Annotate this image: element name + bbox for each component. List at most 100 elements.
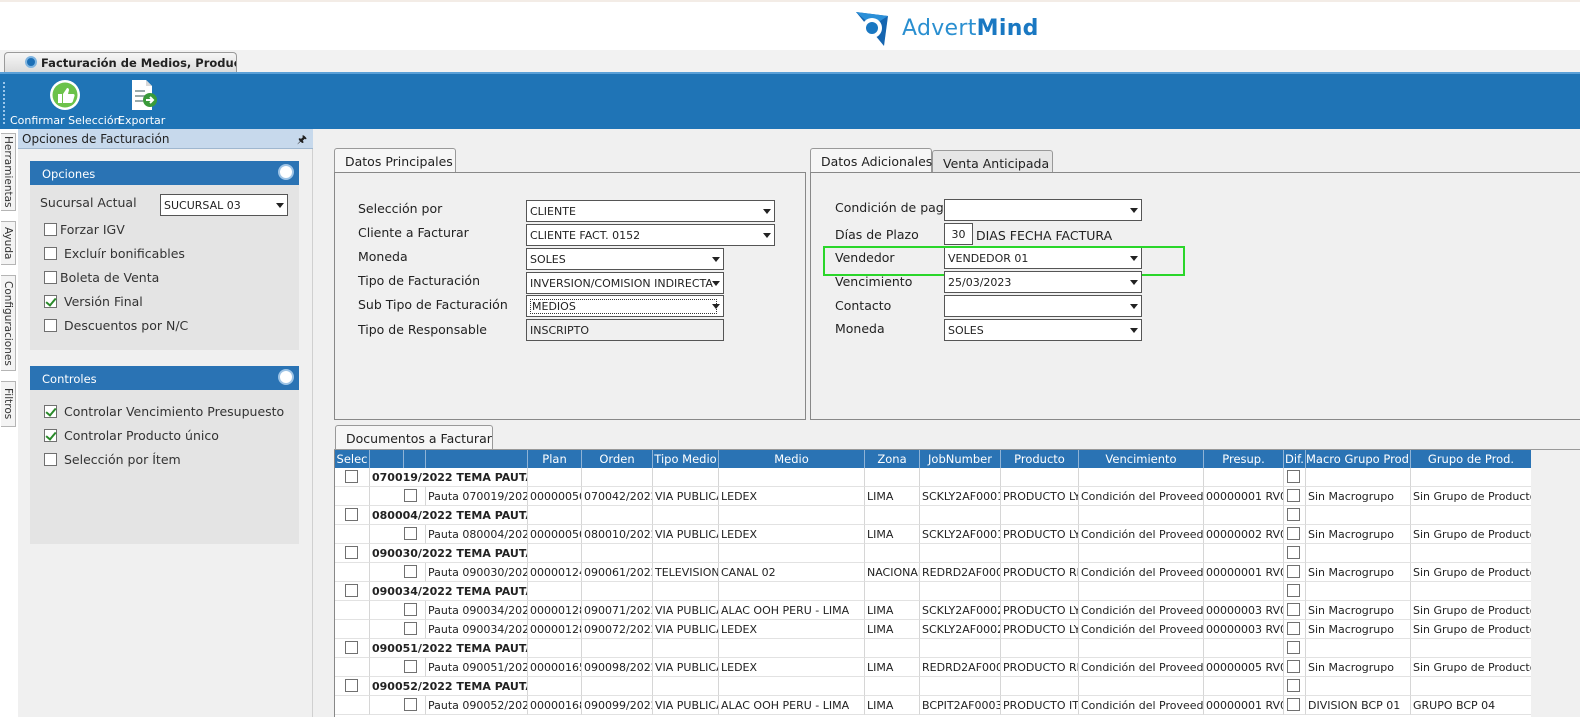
- table-row[interactable]: Pauta 070019/2022 00000050 070042/2022 VIA …: [335, 487, 1531, 506]
- checkbox-row-descuentos-nc[interactable]: Descuentos por N/C: [44, 318, 188, 333]
- grid-header-cell[interactable]: JobNumber: [920, 450, 1001, 468]
- grid-header-cell[interactable]: Macro Grupo Prod.: [1306, 450, 1411, 468]
- row-select-checkbox[interactable]: [1287, 508, 1300, 521]
- collapse-icon[interactable]: [278, 369, 294, 385]
- row-select-checkbox[interactable]: [404, 527, 417, 540]
- table-row[interactable]: Pauta 090051/2022 00000165 090098/2022 VIA …: [335, 658, 1531, 677]
- contacto-select[interactable]: [944, 295, 1142, 317]
- checkbox-row-forzar-igv[interactable]: Forzar IGV: [44, 222, 125, 237]
- grid-header-cell[interactable]: [370, 450, 404, 468]
- checkbox-row-excluir-bonificables[interactable]: Excluír bonificables: [44, 246, 185, 261]
- row-select-checkbox[interactable]: [1287, 584, 1300, 597]
- table-group-row[interactable]: 090052/2022 TEMA PAUTA 092022/0052: [335, 677, 1531, 696]
- row-select-checkbox[interactable]: [1287, 622, 1300, 635]
- grid-header-cell[interactable]: Producto: [1001, 450, 1079, 468]
- side-tab-ayuda[interactable]: Ayuda: [1, 221, 16, 265]
- table-group-row[interactable]: 080004/2022 TEMA PAUTA 082022/0004: [335, 506, 1531, 525]
- sub-tipo-facturacion-select[interactable]: MEDIOS: [526, 295, 724, 317]
- export-button[interactable]: Exportar: [118, 78, 165, 127]
- row-select-checkbox[interactable]: [1287, 527, 1300, 540]
- row-select-checkbox[interactable]: [345, 584, 358, 597]
- control-producto-checkbox[interactable]: [44, 429, 57, 442]
- grid-header-cell[interactable]: Orden: [582, 450, 653, 468]
- tab-venta-anticipada[interactable]: Venta Anticipada: [932, 150, 1053, 173]
- row-select-checkbox[interactable]: [404, 603, 417, 616]
- tipo-facturacion-select[interactable]: INVERSION/COMISION INDIRECTA: [526, 272, 724, 294]
- table-group-row[interactable]: 090034/2022 TEMA PAUTA 092022/0034: [335, 582, 1531, 601]
- grid-header-cell[interactable]: Tipo Medio: [653, 450, 719, 468]
- row-select-checkbox[interactable]: [1287, 679, 1300, 692]
- table-row[interactable]: Pauta 090034/2022 00000128 090072/2022 VIA …: [335, 620, 1531, 639]
- condicion-pago-select[interactable]: [944, 199, 1142, 221]
- grid-header-cell[interactable]: Vencimiento: [1079, 450, 1204, 468]
- checkbox-row-control-producto[interactable]: Controlar Producto único: [44, 428, 219, 443]
- row-select-checkbox[interactable]: [1287, 660, 1300, 673]
- grid-header-cell[interactable]: [404, 450, 426, 468]
- document-tab[interactable]: Facturación de Medios, Producci...: [4, 52, 237, 72]
- control-vencimiento-checkbox[interactable]: [44, 405, 57, 418]
- tab-documentos-facturar[interactable]: Documentos a Facturar: [335, 425, 493, 450]
- row-select-checkbox[interactable]: [404, 622, 417, 635]
- cliente-facturar-select[interactable]: CLIENTE FACT. 0152: [526, 224, 775, 246]
- version-final-checkbox[interactable]: [44, 295, 57, 308]
- grid-cell: [719, 506, 865, 525]
- controles-header[interactable]: Controles: [30, 366, 299, 390]
- row-select-checkbox[interactable]: [1287, 565, 1300, 578]
- descuentos-nc-checkbox[interactable]: [44, 319, 57, 332]
- row-select-checkbox[interactable]: [345, 679, 358, 692]
- row-select-checkbox[interactable]: [1287, 546, 1300, 559]
- checkbox-row-boleta-venta[interactable]: Boleta de Venta: [44, 270, 159, 285]
- checkbox-row-version-final[interactable]: Versión Final: [44, 294, 143, 309]
- grid-header-cell[interactable]: Plan: [528, 450, 582, 468]
- side-tab-herramientas[interactable]: Herramientas: [1, 133, 16, 211]
- opciones-header[interactable]: Opciones: [30, 161, 299, 185]
- row-select-checkbox[interactable]: [1287, 698, 1300, 711]
- confirm-selection-button[interactable]: Confirmar Selección: [10, 78, 121, 127]
- grid-header-cell[interactable]: Grupo de Prod.: [1411, 450, 1531, 468]
- side-tab-configuraciones[interactable]: Configuraciones: [1, 275, 16, 371]
- tab-datos-adicionales[interactable]: Datos Adicionales: [810, 148, 932, 173]
- row-select-checkbox[interactable]: [1287, 603, 1300, 616]
- tab-datos-principales[interactable]: Datos Principales: [334, 148, 456, 173]
- table-row[interactable]: Pauta 090030/2022 00000124 090061/2022 TELE…: [335, 563, 1531, 582]
- row-select-checkbox[interactable]: [404, 660, 417, 673]
- side-tab-filtros[interactable]: Filtros: [1, 381, 16, 427]
- tipo-responsable-field[interactable]: INSCRIPTO: [526, 319, 724, 341]
- row-select-checkbox[interactable]: [345, 641, 358, 654]
- seleccion-por-select[interactable]: CLIENTE: [526, 200, 775, 222]
- pin-icon[interactable]: 🖈: [297, 131, 307, 150]
- row-select-checkbox[interactable]: [345, 546, 358, 559]
- checkbox-row-seleccion-item[interactable]: Selección por Ítem: [44, 452, 181, 467]
- grid-header-cell[interactable]: Zona: [865, 450, 920, 468]
- table-group-row[interactable]: 090030/2022 TEMA PAUTA 092022/0030: [335, 544, 1531, 563]
- grid-header-cell[interactable]: Medio: [719, 450, 865, 468]
- table-row[interactable]: Pauta 090052/2022 00000168 090099/2022 VIA …: [335, 696, 1531, 715]
- table-row[interactable]: Pauta 090034/2022 00000128 090071/2022 VIA …: [335, 601, 1531, 620]
- row-select-checkbox[interactable]: [1287, 489, 1300, 502]
- row-select-checkbox[interactable]: [404, 698, 417, 711]
- row-select-checkbox[interactable]: [1287, 470, 1300, 483]
- vencimiento-select[interactable]: 25/03/2023: [944, 271, 1142, 293]
- collapse-icon[interactable]: [278, 164, 294, 180]
- grid-header-cell[interactable]: Dif.: [1284, 450, 1306, 468]
- boleta-venta-checkbox[interactable]: [44, 271, 57, 284]
- excluir-bonificables-checkbox[interactable]: [44, 247, 57, 260]
- grid-header-cell[interactable]: Presup.: [1204, 450, 1284, 468]
- seleccion-item-checkbox[interactable]: [44, 453, 57, 466]
- row-select-checkbox[interactable]: [1287, 641, 1300, 654]
- grid-header-cell[interactable]: [426, 450, 528, 468]
- moneda-adicional-select[interactable]: SOLES: [944, 319, 1142, 341]
- forzar-igv-checkbox[interactable]: [44, 223, 57, 236]
- sucursal-select[interactable]: SUCURSAL 03: [160, 194, 288, 216]
- checkbox-row-control-vencimiento[interactable]: Controlar Vencimiento Presupuesto: [44, 404, 284, 419]
- table-group-row[interactable]: 070019/2022 TEMA PAUTA 072022/0019: [335, 468, 1531, 487]
- dias-plazo-input[interactable]: 30: [944, 223, 973, 245]
- row-select-checkbox[interactable]: [345, 508, 358, 521]
- moneda-select[interactable]: SOLES: [526, 248, 724, 270]
- row-select-checkbox[interactable]: [404, 489, 417, 502]
- row-select-checkbox[interactable]: [404, 565, 417, 578]
- table-group-row[interactable]: 090051/2022 TEMA PAUTA 092022/0051: [335, 639, 1531, 658]
- table-row[interactable]: Pauta 080004/2022 00000050 080010/2022 VIA …: [335, 525, 1531, 544]
- grid-header-cell[interactable]: Selec: [335, 450, 370, 468]
- row-select-checkbox[interactable]: [345, 470, 358, 483]
